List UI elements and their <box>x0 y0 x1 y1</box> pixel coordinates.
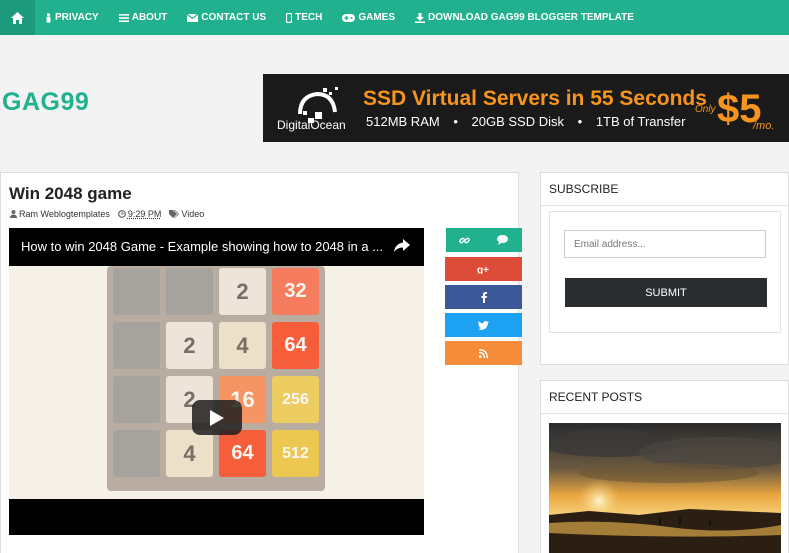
game-tile: 2 <box>219 268 266 315</box>
nav-item-label: GAMES <box>358 12 395 23</box>
post-title[interactable]: Win 2048 game <box>9 184 132 204</box>
video-player[interactable]: How to win 2048 Game - Example showing h… <box>9 228 424 535</box>
nav-item-label: ABOUT <box>131 12 168 23</box>
subscribe-widget: SUBSCRIBE SUBMIT <box>540 172 789 365</box>
menu-icon <box>118 13 129 22</box>
ad-feature: 20GB SSD Disk <box>471 114 564 129</box>
share-comment-button[interactable] <box>483 228 522 252</box>
clock-icon <box>117 210 126 218</box>
sunset-beach-image <box>549 423 781 553</box>
site-logo[interactable]: GAG99 <box>2 88 89 117</box>
share-rss-button[interactable] <box>445 341 522 365</box>
facebook-icon <box>481 291 487 303</box>
mobile-icon <box>286 12 293 23</box>
ad-per-month: /mo. <box>753 120 775 132</box>
post-author[interactable]: Ram Weblogtemplates <box>10 209 110 219</box>
game-tile: 4 <box>219 322 266 369</box>
subscribe-form: SUBMIT <box>549 211 781 333</box>
game-tile: 512 <box>272 430 319 477</box>
post-card: Win 2048 game Ram Weblogtemplates 9:29 P… <box>0 172 519 553</box>
tags-icon <box>169 210 180 218</box>
video-title[interactable]: How to win 2048 Game - Example showing h… <box>21 239 386 254</box>
gamepad-icon <box>342 13 356 22</box>
game-tile: 32 <box>272 268 319 315</box>
game-tile <box>113 322 160 369</box>
game-tile: 64 <box>219 430 266 477</box>
share-icon[interactable] <box>394 239 410 253</box>
nav-item-tech[interactable]: TECH <box>276 0 332 35</box>
share-facebook-button[interactable] <box>445 285 522 309</box>
twitter-icon <box>478 320 489 330</box>
post-label[interactable]: Video <box>169 209 204 219</box>
recent-posts-title: RECENT POSTS <box>541 381 788 414</box>
comment-icon <box>497 235 508 245</box>
recent-posts-widget: RECENT POSTS <box>540 380 789 553</box>
svg-text:g+: g+ <box>477 265 489 274</box>
ad-feature: 512MB RAM <box>366 114 440 129</box>
ad-banner[interactable]: DigitalOcean SSD Virtual Servers in 55 S… <box>263 74 789 142</box>
post-time-text: 9:29 PM <box>127 209 162 219</box>
submit-button[interactable]: SUBMIT <box>565 278 767 307</box>
nav-item-about[interactable]: ABOUT <box>109 0 178 35</box>
game-tile <box>113 268 160 315</box>
nav-home-button[interactable] <box>0 0 35 35</box>
ad-features: 512MB RAM • 20GB SSD Disk • 1TB of Trans… <box>366 114 686 129</box>
download-icon <box>415 12 425 23</box>
person-icon <box>46 12 51 23</box>
share-link-button[interactable] <box>445 228 484 252</box>
link-icon <box>459 237 470 243</box>
envelope-icon <box>187 13 199 22</box>
nav-item-label: PRIVACY <box>55 12 99 23</box>
game-tile <box>113 376 160 423</box>
play-button[interactable] <box>192 400 242 435</box>
game-board: 2 32 2 4 64 2 16 256 4 64 512 <box>107 266 325 491</box>
nav-item-label: DOWNLOAD GAG99 BLOGGER TEMPLATE <box>428 12 634 23</box>
ad-feature: 1TB of Transfer <box>595 114 686 129</box>
nav-item-games[interactable]: GAMES <box>332 0 405 35</box>
home-icon <box>11 11 24 24</box>
game-tile <box>113 430 160 477</box>
post-author-name: Ram Weblogtemplates <box>19 209 110 219</box>
rss-icon <box>479 348 488 358</box>
nav-item-label: CONTACT US <box>201 12 267 23</box>
post-time[interactable]: 9:29 PM <box>117 209 162 219</box>
ad-only: Only <box>695 104 716 115</box>
post-label-text: Video <box>181 209 205 219</box>
recent-post-thumbnail[interactable] <box>549 423 781 553</box>
top-navigation: PRIVACY ABOUT CONTACT US TECH GAMES DOWN… <box>0 0 789 35</box>
post-meta: Ram Weblogtemplates 9:29 PM Video <box>10 209 204 219</box>
share-twitter-button[interactable] <box>445 313 522 337</box>
nav-item-contact-us[interactable]: CONTACT US <box>177 0 276 35</box>
video-frame: 2 32 2 4 64 2 16 256 4 64 512 <box>9 266 424 499</box>
game-tile: 2 <box>166 322 213 369</box>
game-tile: 256 <box>272 376 319 423</box>
play-icon <box>210 409 224 426</box>
nav-item-download-template[interactable]: DOWNLOAD GAG99 BLOGGER TEMPLATE <box>405 0 644 35</box>
share-row-teal <box>445 228 522 252</box>
subscribe-title: SUBSCRIBE <box>541 173 788 206</box>
nav-item-label: TECH <box>295 12 323 23</box>
google-plus-icon: g+ <box>477 265 489 274</box>
ad-brand: DigitalOcean <box>277 118 346 132</box>
user-icon <box>10 210 17 218</box>
game-tile: 64 <box>272 322 319 369</box>
email-input[interactable] <box>564 230 766 258</box>
nav-item-privacy[interactable]: PRIVACY <box>35 0 109 35</box>
game-tile: 4 <box>166 430 213 477</box>
share-google-plus-button[interactable]: g+ <box>445 257 522 281</box>
ad-headline: SSD Virtual Servers in 55 Seconds <box>363 87 707 110</box>
game-tile <box>166 268 213 315</box>
